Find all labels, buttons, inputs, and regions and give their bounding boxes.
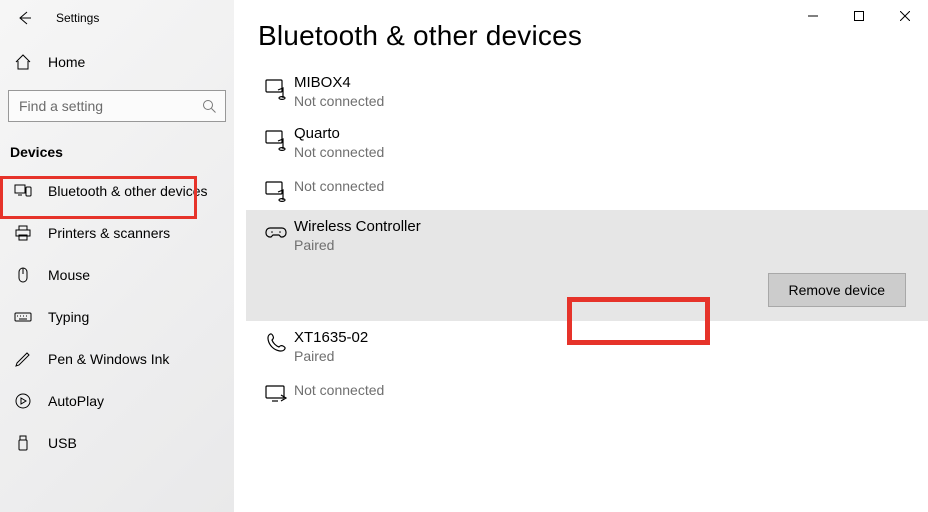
back-button[interactable] [0,0,48,36]
device-name: Wireless Controller [294,218,926,235]
pen-icon [14,350,32,368]
nav-usb[interactable]: USB [0,422,234,464]
home-icon [14,53,32,71]
nav-label: AutoPlay [48,393,104,409]
phone-icon [258,329,294,364]
printer-icon [14,224,32,242]
main-content: Bluetooth & other devices MIBOX4 Not con… [234,0,928,512]
device-status: Not connected [294,144,926,160]
nav-label: Bluetooth & other devices [48,183,208,199]
keyboard-icon [14,308,32,326]
nav-label: Pen & Windows Ink [48,351,169,367]
device-name: Quarto [294,125,926,142]
device-row-selected[interactable]: Wireless Controller Paired Remove device [246,210,928,321]
nav-label: USB [48,435,77,451]
nav-category-title: Devices [0,136,234,170]
device-status: Not connected [294,93,926,109]
search-box[interactable] [8,90,226,122]
nav-label: Printers & scanners [48,225,170,241]
device-name: MIBOX4 [294,74,926,91]
device-row[interactable]: MIBOX4 Not connected [246,66,928,117]
device-row[interactable]: Not connected [246,168,928,210]
nav-mouse[interactable]: Mouse [0,254,234,296]
home-link[interactable]: Home [0,40,234,84]
media-device-icon [258,125,294,160]
device-name: XT1635-02 [294,329,926,346]
nav-pen-windows-ink[interactable]: Pen & Windows Ink [0,338,234,380]
nav-autoplay[interactable]: AutoPlay [0,380,234,422]
device-row[interactable]: Not connected [246,372,928,414]
device-status: Paired [294,348,926,364]
controller-icon [258,218,294,253]
search-icon [202,99,217,114]
nav-label: Mouse [48,267,90,283]
page-title: Bluetooth & other devices [258,20,928,52]
app-title: Settings [48,11,99,25]
search-input[interactable] [17,97,202,115]
device-list: MIBOX4 Not connected Quarto Not connecte… [246,66,928,414]
mouse-icon [14,266,32,284]
display-icon [258,380,294,406]
nav-printers-scanners[interactable]: Printers & scanners [0,212,234,254]
device-row[interactable]: XT1635-02 Paired [246,321,928,372]
media-device-icon [258,176,294,202]
sidebar: Settings Home Devices Bluetooth & other … [0,0,234,512]
device-row[interactable]: Quarto Not connected [246,117,928,168]
media-device-icon [258,74,294,109]
usb-icon [14,434,32,452]
nav-typing[interactable]: Typing [0,296,234,338]
device-status: Not connected [294,178,926,194]
nav-label: Typing [48,309,89,325]
nav-bluetooth-other-devices[interactable]: Bluetooth & other devices [0,170,234,212]
devices-icon [14,182,32,200]
autoplay-icon [14,392,32,410]
home-label: Home [48,54,85,70]
device-status: Not connected [294,382,926,398]
device-status: Paired [294,237,926,253]
titlebar: Settings [0,0,234,36]
remove-device-button[interactable]: Remove device [768,273,907,307]
